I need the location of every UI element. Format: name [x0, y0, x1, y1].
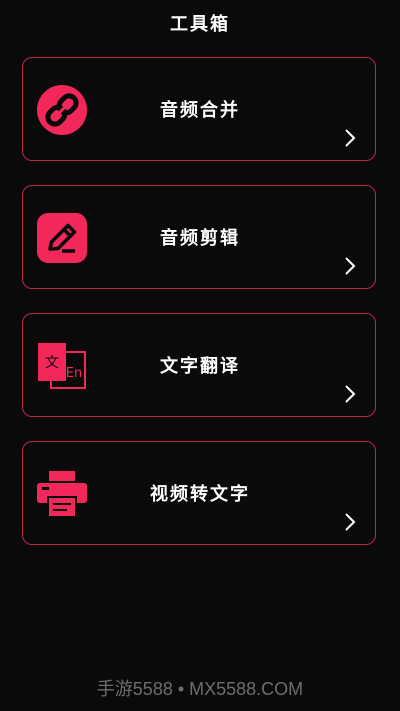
- tool-card-audio-merge[interactable]: 音频合并: [22, 57, 376, 161]
- tool-label: 文字翻译: [160, 356, 240, 377]
- watermark: 手游5588 • MX5588.COM: [96, 679, 304, 699]
- chevron-right-icon: [343, 384, 357, 404]
- chevron-right-icon: [343, 256, 357, 276]
- tool-card-text-translate[interactable]: 文 En 文字翻译: [22, 313, 376, 417]
- tool-label: 音频剪辑: [160, 228, 240, 249]
- tool-label: 视频转文字: [150, 484, 250, 505]
- tool-label: 音频合并: [160, 100, 240, 121]
- tool-card-video-to-text[interactable]: 视频转文字: [22, 441, 376, 545]
- page-title: 工具箱: [170, 14, 230, 35]
- chevron-right-icon: [343, 512, 357, 532]
- chevron-right-icon: [343, 128, 357, 148]
- tool-card-audio-edit[interactable]: 音频剪辑: [22, 185, 376, 289]
